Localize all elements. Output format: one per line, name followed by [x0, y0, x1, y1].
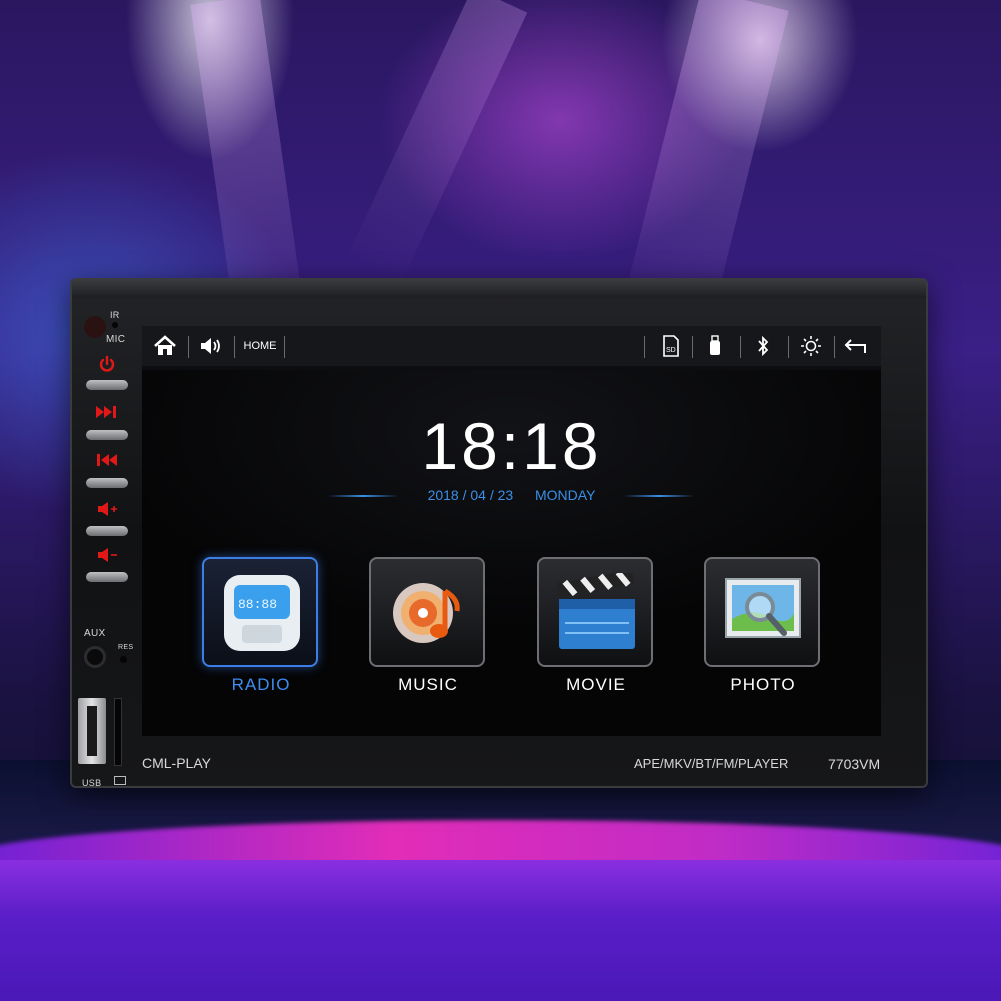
app-label: MOVIE [566, 675, 626, 694]
home-screen: 18:18 2018 / 04 / 23 MONDAY 88:88 RADIO [142, 370, 881, 736]
volume-down-icon [82, 546, 132, 569]
formats-label: APE/MKV/BT/FM/PLAYER [634, 756, 789, 771]
weekday-text: MONDAY [535, 487, 596, 503]
app-label: PHOTO [730, 675, 796, 694]
previous-icon [82, 452, 132, 473]
clock-time: 18:18 [421, 409, 602, 483]
movie-tile[interactable] [537, 557, 653, 667]
volume-up-button[interactable] [82, 500, 138, 540]
svg-text:SD: SD [666, 347, 676, 354]
photo-icon [722, 573, 806, 658]
aux-jack[interactable] [84, 646, 106, 668]
touch-screen: HOME SD 18:18 2018 / 04 / 23 MONDAY 88:8… [142, 326, 881, 736]
radio-tile[interactable]: 88:88 [202, 557, 318, 667]
mic-label: MIC [106, 334, 126, 345]
date-text: 2018 / 04 / 23 [427, 487, 514, 503]
ir-label: IR [110, 310, 120, 320]
status-bar: HOME SD [142, 326, 881, 366]
next-icon [82, 404, 132, 425]
reset-button[interactable] [120, 656, 127, 663]
stage-floor [0, 760, 1001, 1001]
app-radio[interactable]: 88:88 RADIO [202, 557, 320, 695]
app-label: RADIO [231, 675, 291, 694]
ir-sensor [84, 316, 106, 338]
volume-down-button[interactable] [82, 546, 138, 586]
music-tile[interactable] [369, 557, 485, 667]
left-control-panel: IR MIC AUX RES USB [72, 300, 142, 788]
mic-hole [112, 322, 118, 328]
app-label: MUSIC [398, 675, 458, 694]
volume-icon[interactable] [194, 326, 228, 366]
sd-card-slot[interactable] [114, 698, 122, 766]
usb-port[interactable] [78, 698, 106, 764]
prev-track-button[interactable] [82, 452, 138, 492]
brightness-icon[interactable] [796, 326, 826, 366]
res-label: RES [118, 644, 134, 651]
home-tab[interactable]: HOME [238, 326, 282, 366]
svg-text:88:88: 88:88 [238, 597, 277, 612]
app-photo[interactable]: PHOTO [704, 557, 822, 695]
radio-icon: 88:88 [222, 573, 302, 658]
app-movie[interactable]: MOVIE [537, 557, 655, 695]
unit-top-edge [72, 280, 926, 298]
date-divider-right [624, 495, 694, 497]
back-icon[interactable] [840, 326, 874, 366]
home-icon[interactable] [148, 326, 182, 366]
model-label: 7703VM [828, 756, 881, 772]
light-beam [346, 0, 528, 285]
usb-label: USB [82, 778, 102, 788]
movie-icon [555, 569, 639, 658]
power-icon [82, 354, 132, 379]
aux-label: AUX [84, 628, 106, 639]
music-icon [387, 571, 471, 660]
sd-card-icon[interactable]: SD [656, 326, 686, 366]
next-track-button[interactable] [82, 404, 138, 444]
app-music[interactable]: MUSIC [369, 557, 487, 695]
photo-tile[interactable] [704, 557, 820, 667]
usb-icon[interactable] [700, 326, 730, 366]
sd-card-icon [114, 776, 126, 785]
bluetooth-icon[interactable] [748, 326, 778, 366]
date-display: 2018 / 04 / 23 MONDAY [142, 487, 881, 503]
brand-label: CML-PLAY [142, 755, 211, 771]
power-button[interactable] [82, 354, 138, 394]
volume-up-icon [82, 500, 132, 523]
